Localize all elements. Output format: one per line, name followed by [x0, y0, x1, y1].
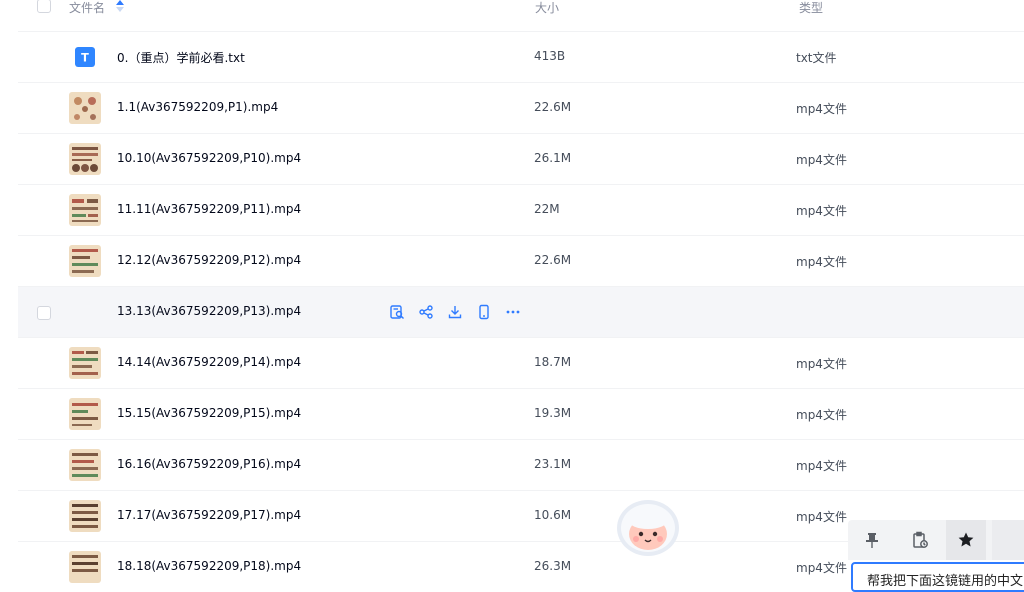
- file-name[interactable]: 18.18(Av367592209,P18).mp4: [117, 559, 301, 573]
- select-all-checkbox[interactable]: [37, 0, 51, 13]
- svg-text:T: T: [81, 51, 89, 64]
- preview-icon[interactable]: [389, 304, 405, 320]
- toolbar-edge: [992, 520, 1024, 560]
- file-name[interactable]: 12.12(Av367592209,P12).mp4: [117, 253, 301, 267]
- file-size: 10.6M: [534, 508, 572, 522]
- floating-toolbar: [848, 520, 1024, 560]
- clipboard-history-icon: [913, 531, 928, 548]
- video-thumbnail: [69, 143, 101, 175]
- share-icon[interactable]: [418, 304, 434, 320]
- file-type: mp4文件: [796, 102, 847, 116]
- file-size: 22.6M: [534, 100, 572, 114]
- file-type: mp4文件: [796, 153, 847, 167]
- assistant-input[interactable]: 帮我把下面这镜链用的中文: [851, 562, 1024, 592]
- file-size: 19.3M: [534, 406, 572, 420]
- table-row[interactable]: T 0.（重点）学前必看.txt 413B txt文件: [18, 31, 1024, 82]
- column-header-size[interactable]: 大小: [535, 0, 559, 16]
- file-name[interactable]: 17.17(Av367592209,P17).mp4: [117, 508, 301, 522]
- file-name[interactable]: 0.（重点）学前必看.txt: [117, 49, 245, 66]
- pin-icon: [866, 533, 878, 548]
- file-type: mp4文件: [796, 408, 847, 422]
- video-thumbnail: [69, 500, 101, 532]
- file-type: mp4文件: [796, 459, 847, 473]
- assistant-mascot-icon[interactable]: [612, 498, 684, 560]
- file-size: 22.6M: [534, 253, 572, 267]
- video-thumbnail: [69, 245, 101, 277]
- file-size: 23.1M: [534, 457, 572, 471]
- star-button[interactable]: [946, 520, 986, 560]
- sort-icon[interactable]: [115, 0, 125, 13]
- file-type: mp4文件: [796, 255, 847, 269]
- pin-button[interactable]: [852, 520, 892, 560]
- row-checkbox[interactable]: [37, 306, 51, 320]
- file-type: mp4文件: [796, 561, 847, 575]
- table-row[interactable]: 15.15(Av367592209,P15).mp4 19.3M mp4文件: [18, 388, 1024, 439]
- file-list-header: 文件名 大小 类型: [18, 0, 1024, 22]
- download-icon[interactable]: [447, 304, 463, 320]
- phone-icon[interactable]: [476, 304, 492, 320]
- file-size: 26.3M: [534, 559, 572, 573]
- table-row[interactable]: 12.12(Av367592209,P12).mp4 22.6M mp4文件: [18, 235, 1024, 286]
- txt-icon: T: [75, 47, 95, 67]
- file-type: mp4文件: [796, 510, 847, 524]
- more-icon[interactable]: [505, 304, 521, 320]
- table-row[interactable]: 13.13(Av367592209,P13).mp4: [18, 286, 1024, 337]
- file-name[interactable]: 1.1(Av367592209,P1).mp4: [117, 100, 278, 114]
- file-name[interactable]: 16.16(Av367592209,P16).mp4: [117, 457, 301, 471]
- star-icon: [958, 532, 974, 547]
- file-size: 22M: [534, 202, 560, 216]
- video-thumbnail: [69, 398, 101, 430]
- table-row[interactable]: 10.10(Av367592209,P10).mp4 26.1M mp4文件: [18, 133, 1024, 184]
- video-thumbnail: [69, 449, 101, 481]
- video-thumbnail: [69, 347, 101, 379]
- file-name[interactable]: 10.10(Av367592209,P10).mp4: [117, 151, 301, 165]
- assistant-input-text[interactable]: 帮我把下面这镜链用的中文: [867, 570, 1023, 589]
- file-type: mp4文件: [796, 204, 847, 218]
- file-name[interactable]: 11.11(Av367592209,P11).mp4: [117, 202, 301, 216]
- video-thumbnail: [69, 92, 101, 124]
- column-header-name[interactable]: 文件名: [69, 0, 105, 16]
- file-size: 413B: [534, 49, 566, 63]
- table-row[interactable]: 14.14(Av367592209,P14).mp4 18.7M mp4文件: [18, 337, 1024, 388]
- file-type: mp4文件: [796, 357, 847, 371]
- table-row[interactable]: 1.1(Av367592209,P1).mp4 22.6M mp4文件: [18, 82, 1024, 133]
- column-header-type[interactable]: 类型: [799, 0, 823, 16]
- file-name[interactable]: 15.15(Av367592209,P15).mp4: [117, 406, 301, 420]
- file-name[interactable]: 13.13(Av367592209,P13).mp4: [117, 304, 301, 318]
- video-thumbnail: [69, 551, 101, 583]
- clipboard-history-button[interactable]: [900, 520, 940, 560]
- table-row[interactable]: 16.16(Av367592209,P16).mp4 23.1M mp4文件: [18, 439, 1024, 490]
- table-row[interactable]: 11.11(Av367592209,P11).mp4 22M mp4文件: [18, 184, 1024, 235]
- video-thumbnail: [69, 194, 101, 226]
- row-actions: [389, 304, 521, 320]
- file-size: 26.1M: [534, 151, 572, 165]
- file-name[interactable]: 14.14(Av367592209,P14).mp4: [117, 355, 301, 369]
- file-type: txt文件: [796, 51, 837, 65]
- file-size: 18.7M: [534, 355, 572, 369]
